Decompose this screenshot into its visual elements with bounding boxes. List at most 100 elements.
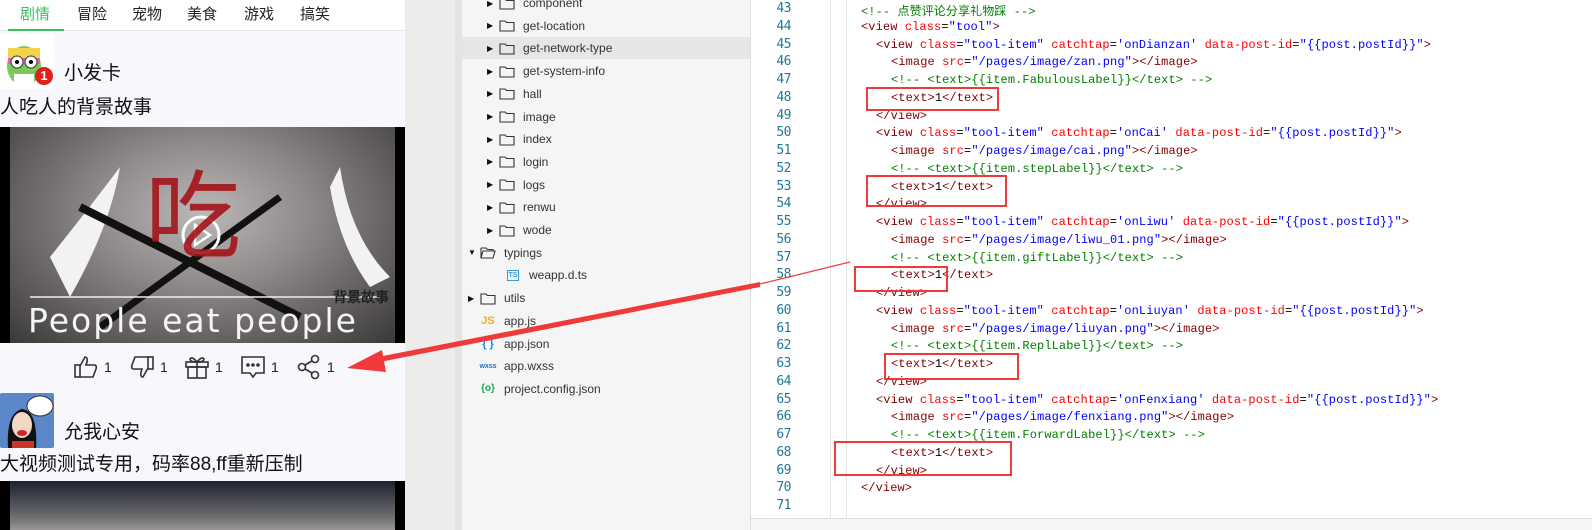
tab-games[interactable]: 游戏 bbox=[244, 3, 274, 24]
code-token: <!-- <text>{{item.ForwardLabel}}</text> … bbox=[891, 428, 1205, 442]
code-line[interactable]: <image src="/pages/image/fenxiang.png"><… bbox=[891, 410, 1234, 424]
code-token: src bbox=[942, 321, 965, 336]
caret-right-icon[interactable]: ▶ bbox=[468, 294, 478, 303]
tree-item[interactable]: ▶ get-system-info bbox=[462, 60, 750, 82]
code-line[interactable]: <image src="/pages/image/zan.png"></imag… bbox=[891, 55, 1198, 69]
code-line[interactable]: <image src="/pages/image/liwu_01.png"></… bbox=[891, 233, 1227, 247]
tree-item[interactable]: ▶ renwu bbox=[462, 196, 750, 218]
like-button[interactable]: 1 bbox=[73, 354, 112, 380]
code-line[interactable]: <view class="tool-item" catchtap='onLiuy… bbox=[876, 304, 1424, 318]
code-token: <!-- <text>{{item.ReplLabel}}</text> --> bbox=[891, 339, 1184, 354]
code-token: 'onDianzan' bbox=[1117, 37, 1205, 52]
code-token: </view> bbox=[861, 481, 913, 496]
code-line[interactable]: <view class="tool-item" catchtap='onFenx… bbox=[876, 393, 1438, 407]
code-token: "tool-item" bbox=[963, 392, 1052, 407]
caret-right-icon[interactable]: ▶ bbox=[487, 203, 497, 212]
tree-item-label: hall bbox=[523, 86, 542, 101]
tree-item[interactable]: wxss app.wxss bbox=[462, 355, 750, 377]
tree-item[interactable]: ▶ image bbox=[462, 106, 750, 128]
code-line[interactable]: <view class="tool-item" catchtap='onLiwu… bbox=[876, 215, 1409, 229]
caret-right-icon[interactable]: ▶ bbox=[487, 180, 497, 189]
tree-item[interactable]: ▶ hall bbox=[462, 83, 750, 105]
code-token: = bbox=[956, 303, 964, 318]
tab-adventure[interactable]: 冒险 bbox=[77, 3, 107, 24]
code-token: catchtap bbox=[1051, 303, 1110, 318]
folder-icon bbox=[497, 155, 517, 168]
tree-item-label: index bbox=[523, 132, 552, 147]
code-token: > bbox=[992, 19, 1000, 34]
code-line[interactable]: <view class="tool-item" catchtap='onCai'… bbox=[876, 126, 1402, 140]
caret-down-icon[interactable]: ▼ bbox=[468, 248, 478, 257]
tree-item-label: get-network-type bbox=[523, 41, 613, 56]
code-line[interactable]: <view class="tool-item" catchtap='onDian… bbox=[876, 38, 1431, 52]
simulator-divider[interactable] bbox=[405, 0, 455, 530]
phone-preview: 剧情 冒险 宠物 美食 游戏 搞笑 1 小发卡 人吃人的背景故事 吃 背景故事 bbox=[0, 0, 405, 530]
tree-item[interactable]: {o} project.config.json bbox=[462, 378, 750, 400]
code-token: = bbox=[1292, 37, 1300, 52]
horizontal-scrollbar[interactable] bbox=[751, 518, 1592, 530]
thumbs-up-icon bbox=[74, 356, 98, 378]
tree-item[interactable]: JS app.js bbox=[462, 310, 750, 332]
caret-right-icon[interactable]: ▶ bbox=[487, 44, 497, 53]
video-player[interactable]: 吃 背景故事 People eat people bbox=[0, 127, 405, 343]
code-line[interactable]: <!-- <text>{{item.stepLabel}}</text> --> bbox=[891, 162, 1183, 176]
caret-right-icon[interactable]: ▶ bbox=[487, 0, 497, 8]
caret-right-icon[interactable]: ▶ bbox=[487, 21, 497, 30]
tree-item[interactable]: { } app.json bbox=[462, 333, 750, 355]
tab-drama[interactable]: 剧情 bbox=[20, 3, 50, 24]
tree-item[interactable]: TS weapp.d.ts bbox=[462, 264, 750, 286]
code-line[interactable]: <image src="/pages/image/cai.png"></imag… bbox=[891, 144, 1198, 158]
code-token: = bbox=[1270, 215, 1278, 229]
line-number: 47 bbox=[776, 72, 791, 87]
tree-item[interactable]: ▶ get-location bbox=[462, 15, 750, 37]
video-player[interactable] bbox=[0, 481, 405, 530]
caret-right-icon[interactable]: ▶ bbox=[487, 89, 497, 98]
code-token: <image bbox=[891, 232, 943, 247]
code-line[interactable]: <!-- <text>{{item.ForwardLabel}}</text> … bbox=[891, 428, 1205, 442]
code-token: src bbox=[942, 55, 965, 70]
tree-item[interactable]: ▼ typings bbox=[462, 242, 750, 264]
code-line[interactable]: <image src="/pages/image/liuyan.png"></i… bbox=[891, 322, 1220, 336]
code-line[interactable]: <!-- <text>{{item.FabulousLabel}}</text>… bbox=[891, 73, 1212, 87]
caret-right-icon[interactable]: ▶ bbox=[487, 157, 497, 166]
line-number: 59 bbox=[776, 285, 791, 300]
caret-right-icon[interactable]: ▶ bbox=[487, 135, 497, 144]
tree-item-label: weapp.d.ts bbox=[529, 268, 588, 283]
line-number: 55 bbox=[776, 214, 791, 229]
tab-pets[interactable]: 宠物 bbox=[132, 3, 162, 24]
highlight-box bbox=[884, 353, 1019, 380]
code-line[interactable]: <!-- <text>{{item.ReplLabel}}</text> --> bbox=[891, 339, 1183, 353]
code-line[interactable]: <view class="tool"> bbox=[861, 20, 1000, 34]
tree-item[interactable]: ▶ component bbox=[462, 0, 750, 14]
gift-button[interactable]: 1 bbox=[184, 354, 223, 380]
code-line[interactable]: <!-- <text>{{item.giftLabel}}</text> --> bbox=[891, 251, 1183, 265]
tree-item[interactable]: ▶ utils bbox=[462, 287, 750, 309]
tree-item[interactable]: ▶ login bbox=[462, 151, 750, 173]
caret-right-icon[interactable]: ▶ bbox=[487, 67, 497, 76]
line-number: 49 bbox=[776, 107, 791, 123]
caret-right-icon[interactable]: ▶ bbox=[487, 226, 497, 235]
code-line[interactable]: <!-- 点赞评论分享礼物踩 --> bbox=[861, 2, 1036, 19]
tab-food[interactable]: 美食 bbox=[187, 3, 217, 24]
tree-item[interactable]: ▶ logs bbox=[462, 174, 750, 196]
code-token: = bbox=[956, 126, 964, 141]
like-count: 1 bbox=[104, 359, 112, 375]
post-title: 大视频测试专用，码率88,ff重新压制 bbox=[0, 454, 303, 475]
comment-button[interactable]: 1 bbox=[240, 354, 279, 380]
tree-item-label: renwu bbox=[523, 200, 556, 215]
share-button[interactable]: 1 bbox=[296, 354, 335, 380]
code-token: > bbox=[1430, 392, 1439, 407]
tab-funny[interactable]: 搞笑 bbox=[300, 3, 330, 24]
folder-icon bbox=[497, 178, 517, 191]
avatar[interactable] bbox=[0, 393, 54, 448]
line-number: 43 bbox=[776, 1, 791, 16]
dislike-button[interactable]: 1 bbox=[129, 354, 168, 380]
tree-item[interactable]: ▶ get-network-type bbox=[462, 37, 750, 60]
code-token: catchtap bbox=[1051, 215, 1110, 229]
code-line[interactable]: </view> bbox=[861, 481, 912, 495]
tree-item[interactable]: ▶ index bbox=[462, 128, 750, 150]
tree-item[interactable]: ▶ wode bbox=[462, 219, 750, 241]
caret-right-icon[interactable]: ▶ bbox=[487, 112, 497, 121]
line-number: 70 bbox=[776, 480, 791, 496]
folder-icon bbox=[497, 42, 517, 55]
